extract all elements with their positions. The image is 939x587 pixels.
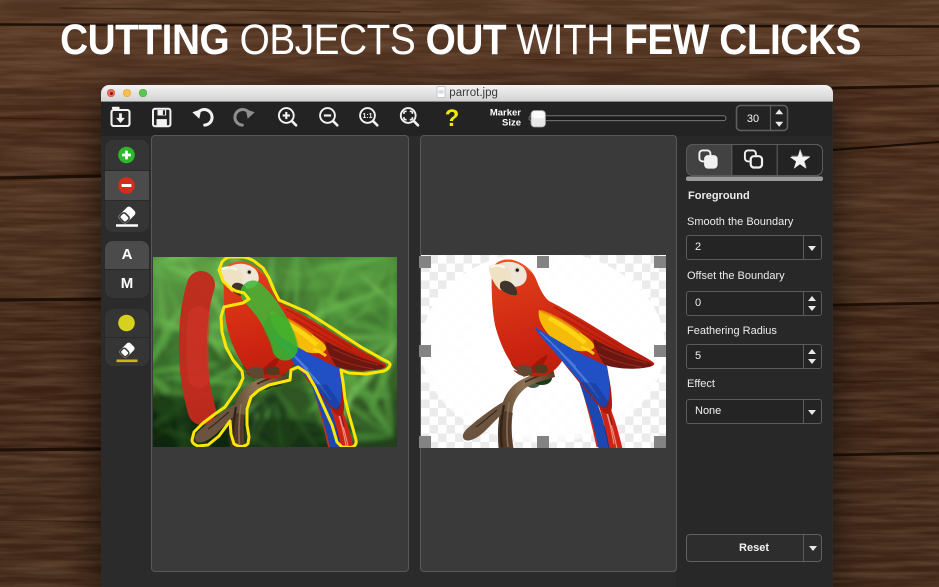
svg-text:1:1: 1:1 bbox=[362, 113, 372, 120]
svg-text:?: ? bbox=[445, 105, 460, 132]
svg-text:Size: Size bbox=[502, 118, 521, 129]
svg-text:30: 30 bbox=[747, 113, 759, 125]
